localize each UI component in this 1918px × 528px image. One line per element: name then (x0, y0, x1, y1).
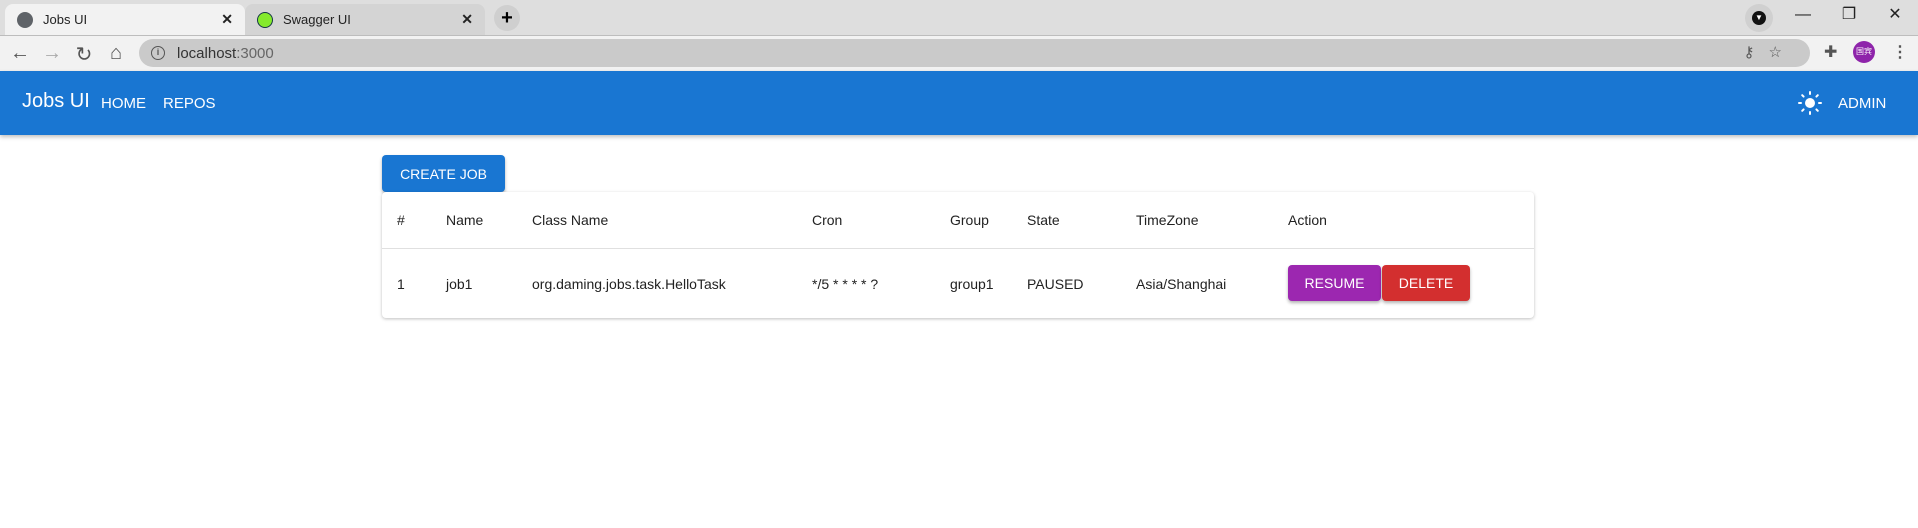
address-bar[interactable]: i localhost:3000 ⚷☆ (139, 39, 1810, 67)
app-title: Jobs UI (22, 90, 90, 112)
col-header: Class Name (532, 212, 609, 228)
back-button[interactable]: ← (8, 42, 32, 65)
close-tab-icon[interactable]: ✕ (461, 11, 473, 28)
home-button[interactable]: ⌂ (104, 42, 128, 65)
table-row: 1 job1 org.daming.jobs.task.HelloTask */… (382, 249, 1534, 318)
table-header: # Name Class Name Cron Group State TimeZ… (382, 192, 1534, 249)
cell-name: job1 (446, 275, 473, 292)
cell-state: PAUSED (1027, 275, 1084, 292)
browser-toolbar: ← → ↻ ⌂ i localhost:3000 ⚷☆ ✚ 国宾 ⋮ (0, 35, 1918, 71)
tab-label: Jobs UI (43, 12, 88, 27)
user-menu[interactable]: ADMIN (1838, 95, 1886, 112)
col-header: Name (446, 212, 484, 228)
cell-timezone: Asia/Shanghai (1136, 275, 1227, 292)
cell-group: group1 (950, 275, 994, 292)
col-header: Cron (812, 212, 843, 228)
url-port: :3000 (236, 44, 274, 62)
menu-icon[interactable]: ⋮ (1892, 42, 1908, 62)
tab-search-button[interactable]: ▼ (1745, 4, 1773, 32)
globe-icon (17, 11, 33, 28)
browser-tab-bar: Jobs UI ✕ Swagger UI ✕ + ▼ — ❐ ✕ (0, 0, 1918, 35)
minimize-button[interactable]: — (1780, 0, 1826, 34)
url-host: localhost (177, 44, 237, 62)
tab-jobs-ui[interactable]: Jobs UI ✕ (5, 4, 245, 35)
tab-swagger-ui[interactable]: Swagger UI ✕ (245, 4, 485, 35)
chevron-down-icon: ▼ (1752, 11, 1766, 25)
jobs-table: # Name Class Name Cron Group State TimeZ… (382, 192, 1534, 318)
restore-button[interactable]: ❐ (1826, 0, 1872, 34)
tab-label: Swagger UI (283, 12, 351, 27)
reload-button[interactable]: ↻ (72, 42, 96, 67)
nav-home[interactable]: HOME (101, 95, 146, 112)
new-tab-button[interactable]: + (494, 5, 520, 31)
cell-class-name: org.daming.jobs.task.HelloTask (532, 275, 726, 292)
create-job-button[interactable]: CREATE JOB (382, 155, 505, 192)
col-header: State (1027, 212, 1060, 228)
close-tab-icon[interactable]: ✕ (221, 11, 233, 28)
delete-button[interactable]: DELETE (1382, 265, 1470, 301)
swagger-icon (257, 11, 273, 28)
resume-button[interactable]: RESUME (1288, 265, 1381, 301)
app-bar: Jobs UI HOME REPOS ADMIN (0, 71, 1918, 135)
col-header: TimeZone (1136, 212, 1199, 228)
col-header: Group (950, 212, 989, 228)
forward-button[interactable]: → (40, 42, 64, 65)
cell-cron: */5 * * * * ? (812, 275, 879, 292)
avatar[interactable]: 国宾 (1853, 41, 1875, 63)
cell-id: 1 (397, 275, 405, 292)
star-icon[interactable]: ☆ (1769, 44, 1796, 61)
col-header: # (397, 212, 405, 228)
col-header: Action (1288, 212, 1327, 228)
sun-icon[interactable] (1798, 91, 1822, 115)
info-icon[interactable]: i (151, 46, 165, 60)
close-window-button[interactable]: ✕ (1872, 0, 1918, 34)
extensions-icon[interactable]: ✚ (1824, 42, 1837, 62)
nav-repos[interactable]: REPOS (163, 95, 216, 112)
key-icon[interactable]: ⚷ (1744, 44, 1769, 61)
